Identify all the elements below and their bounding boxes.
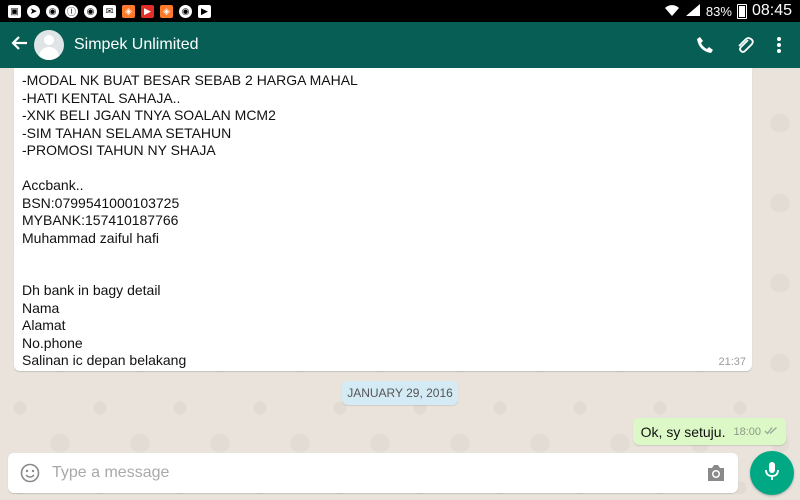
status-right: 83% 08:45 (664, 2, 792, 20)
attach-icon[interactable] (736, 36, 754, 54)
media-icon: ▶ (198, 4, 211, 18)
outgoing-message[interactable]: Ok, sy setuju. 18:00 (632, 418, 786, 445)
more-options-icon[interactable] (776, 37, 782, 53)
game-icon: ◈ (160, 4, 173, 18)
mic-button[interactable] (750, 451, 794, 495)
chrome-icon: ◉ (179, 4, 192, 18)
contact-avatar[interactable] (34, 30, 64, 60)
back-arrow-icon[interactable] (10, 34, 32, 57)
camera-icon[interactable] (706, 464, 726, 482)
mail-icon: ✉ (103, 4, 116, 18)
clock: 08:45 (751, 2, 792, 19)
emoji-icon[interactable] (20, 463, 40, 483)
game-icon: ◈ (122, 4, 135, 18)
double-check-icon (764, 426, 778, 438)
gallery-icon: ▣ (8, 4, 21, 18)
date-divider: JANUARY 29, 2016 (342, 381, 458, 405)
message-text: -MODAL NK BUAT BESAR SEBAB 2 HARGA MAHAL… (22, 72, 358, 368)
battery-percent: 83% (705, 3, 732, 19)
battery-icon (736, 3, 747, 19)
contact-name[interactable]: Simpek Unlimited (74, 36, 696, 54)
message-meta: 18:00 (733, 426, 778, 438)
status-bar: ▣ ➤ ◉ ⓛ ◉ ✉ ◈ ▶ ◈ ◉ ▶ 83% 08:45 (0, 0, 800, 22)
signal-icon (685, 3, 701, 20)
youtube-icon: ▶ (141, 4, 154, 18)
notification-icons: ▣ ➤ ◉ ⓛ ◉ ✉ ◈ ▶ ◈ ◉ ▶ (8, 4, 211, 18)
message-time: 21:37 (718, 356, 746, 368)
message-time: 18:00 (733, 425, 761, 438)
wave-icon: ⓛ (65, 4, 78, 18)
chrome-icon: ◉ (46, 4, 59, 18)
mic-icon (765, 461, 779, 486)
incoming-message[interactable]: -MODAL NK BUAT BESAR SEBAB 2 HARGA MAHAL… (14, 68, 752, 371)
wifi-icon (664, 3, 680, 20)
message-input[interactable] (50, 463, 706, 483)
chat-header: Simpek Unlimited (0, 22, 800, 68)
phone-icon[interactable] (696, 36, 714, 54)
message-composer (8, 453, 738, 493)
message-text: Ok, sy setuju. (640, 423, 726, 440)
chrome-icon: ◉ (84, 4, 97, 18)
telegram-icon: ➤ (27, 4, 40, 18)
